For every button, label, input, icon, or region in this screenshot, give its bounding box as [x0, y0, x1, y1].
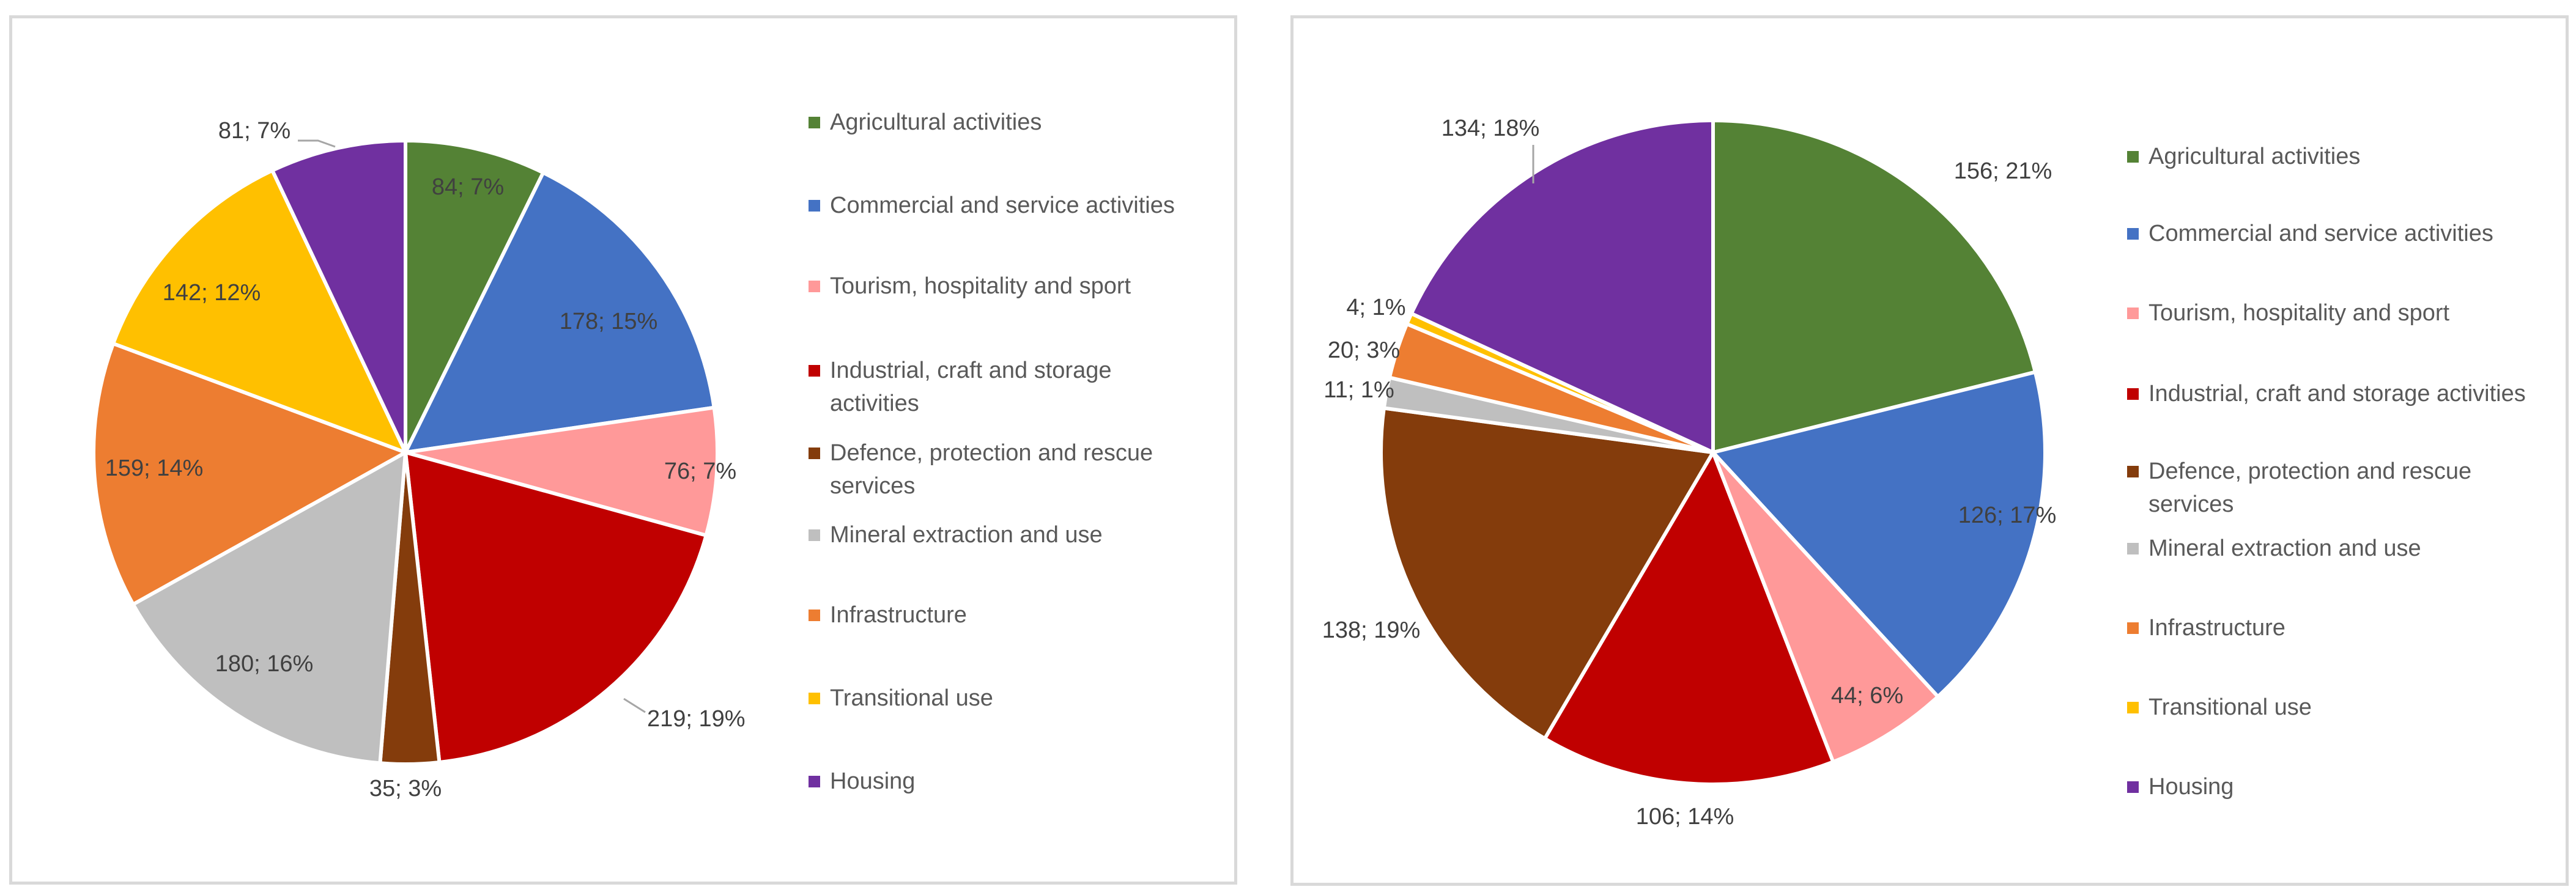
legend-label: Agricultural activities: [830, 109, 1042, 135]
legend-item: Commercial and service activities: [809, 189, 1188, 222]
legend-label: Commercial and service activities: [2149, 221, 2493, 246]
legend-label: Transitional use: [2149, 694, 2312, 720]
legend-label: Defence, protection and rescue services: [2149, 459, 2472, 517]
legend-label: Transitional use: [830, 685, 993, 711]
legend-swatch-icon: [2127, 151, 2139, 163]
legend-swatch-icon: [809, 281, 820, 292]
legend-item: Housing: [2127, 770, 2555, 803]
legend-label: Housing: [830, 768, 916, 794]
data-label: 178; 15%: [560, 309, 658, 334]
legend-item: Tourism, hospitality and sport: [809, 270, 1188, 303]
legend-swatch-icon: [2127, 622, 2139, 634]
legend-item: Transitional use: [809, 682, 1188, 715]
data-label: 4; 1%: [1346, 295, 1405, 320]
legend-item: Agricultural activities: [2127, 140, 2555, 173]
legend-label: Industrial, craft and storage activities: [830, 358, 1112, 416]
data-label: 76; 7%: [664, 459, 736, 484]
data-label: 35; 3%: [369, 776, 442, 801]
legend-item: Defence, protection and rescue services: [809, 436, 1188, 503]
data-label: 44; 6%: [1831, 683, 1903, 709]
legend-label: Defence, protection and rescue services: [830, 440, 1153, 499]
legend-label: Industrial, craft and storage activities: [2149, 381, 2526, 407]
data-label: 20; 3%: [1328, 337, 1400, 363]
legend-item: Agricultural activities: [809, 106, 1188, 139]
data-label: 81; 7%: [218, 118, 291, 144]
data-label: 126; 17%: [1958, 503, 2057, 528]
legend-label: Housing: [2149, 774, 2234, 800]
data-label: 11; 1%: [1323, 377, 1394, 403]
data-label: 106; 14%: [1636, 804, 1734, 830]
legend-swatch-icon: [809, 365, 820, 377]
legend-item: Mineral extraction and use: [2127, 532, 2555, 565]
legend-label: Agricultural activities: [2149, 144, 2361, 169]
data-label: 134; 18%: [1442, 116, 1540, 141]
legend-item: Infrastructure: [809, 599, 1188, 632]
legend-swatch-icon: [809, 610, 820, 621]
legend-swatch-icon: [2127, 388, 2139, 400]
legend-swatch-icon: [2127, 781, 2139, 793]
legend-label: Tourism, hospitality and sport: [830, 273, 1131, 299]
legend-swatch-icon: [2127, 466, 2139, 477]
pie-charts-canvas: 84; 7% 178; 15% 76; 7% 219; 19% 35; 3% 180; 1…: [92, 116, 2057, 830]
data-label: 142; 12%: [163, 280, 261, 306]
legend-label: Commercial and service activities: [830, 193, 1175, 218]
legend-item: Mineral extraction and use: [809, 518, 1188, 551]
legend-item: Defence, protection and rescue services: [2127, 455, 2555, 521]
legend-swatch-icon: [809, 117, 820, 128]
data-label: 180; 16%: [215, 651, 314, 677]
legend-swatch-icon: [2127, 702, 2139, 713]
legend-swatch-icon: [2127, 543, 2139, 554]
legend-swatch-icon: [2127, 308, 2139, 319]
legend-label: Infrastructure: [830, 602, 967, 628]
legend-item: Industrial, craft and storage activities: [809, 354, 1188, 420]
data-label: 84; 7%: [432, 174, 504, 200]
legend-swatch-icon: [809, 693, 820, 704]
legend-label: Infrastructure: [2149, 615, 2285, 641]
data-label: 159; 14%: [105, 455, 204, 481]
legend-item: Industrial, craft and storage activities: [2127, 377, 2555, 410]
legend-swatch-icon: [809, 529, 820, 541]
pie-chart-right: 156; 21% 126; 17% 44; 6% 106; 14% 138; 19% 11…: [1322, 116, 2057, 830]
legend-swatch-icon: [2127, 228, 2139, 240]
pie-chart-left: 84; 7% 178; 15% 76; 7% 219; 19% 35; 3% 180; 1…: [92, 118, 746, 801]
data-label: 219; 19%: [647, 706, 746, 732]
legend-item: Tourism, hospitality and sport: [2127, 296, 2555, 330]
legend-swatch-icon: [809, 448, 820, 459]
legend-item: Commercial and service activities: [2127, 217, 2555, 250]
legend-swatch-icon: [809, 776, 820, 787]
legend-label: Mineral extraction and use: [2149, 536, 2421, 561]
legend-label: Tourism, hospitality and sport: [2149, 300, 2450, 326]
data-label-leader-line: [298, 139, 336, 148]
legend-swatch-icon: [809, 200, 820, 212]
data-label-leader-line: [623, 698, 646, 713]
legend-label: Mineral extraction and use: [830, 522, 1103, 548]
data-label: 156; 21%: [1954, 158, 2052, 184]
legend-item: Housing: [809, 765, 1188, 798]
legend-item: Infrastructure: [2127, 611, 2555, 644]
data-label: 138; 19%: [1322, 617, 1421, 643]
legend-item: Transitional use: [2127, 691, 2555, 724]
